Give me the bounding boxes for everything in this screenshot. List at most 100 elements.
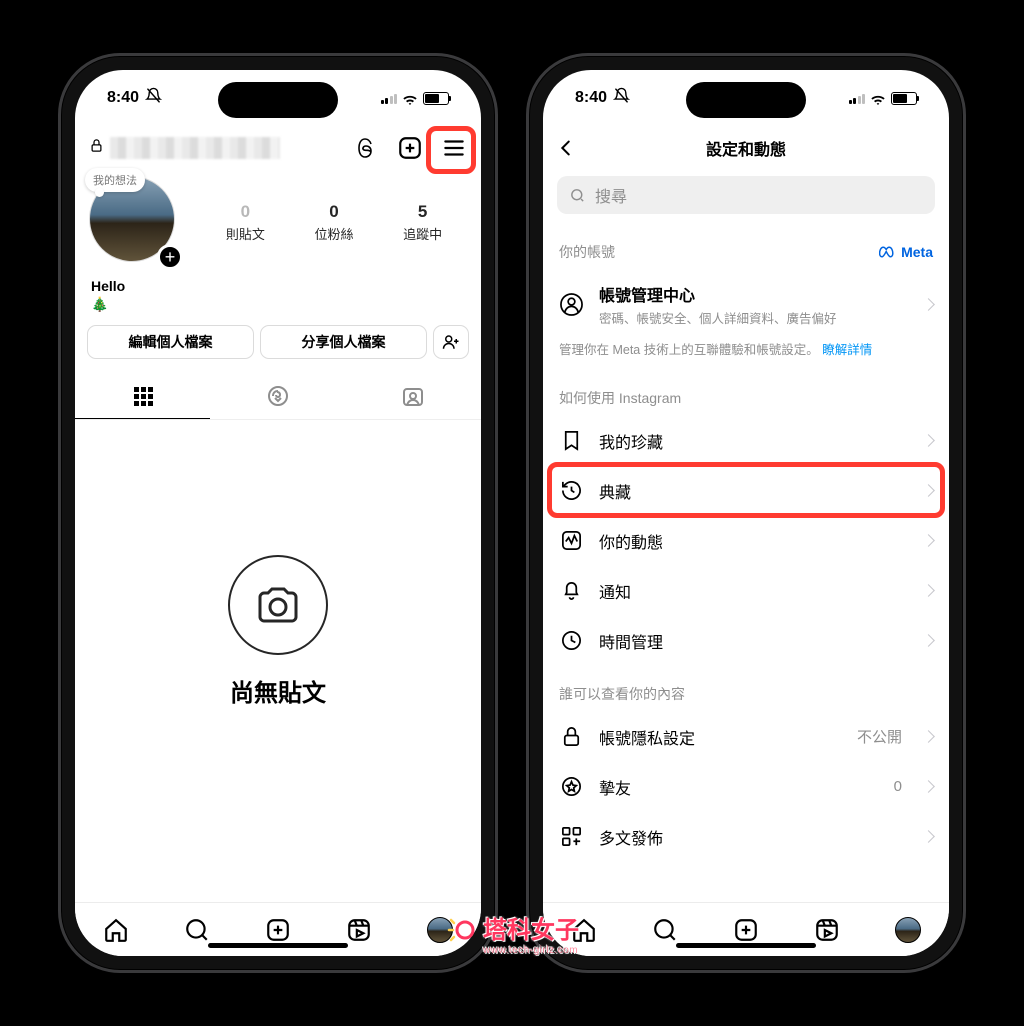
camera-icon — [228, 555, 328, 655]
nav-home-icon[interactable] — [103, 917, 129, 943]
settings-title: 設定和動態 — [706, 136, 786, 160]
screen-settings: 8:40 設定和動態 — [543, 70, 949, 956]
username-redacted — [110, 137, 280, 159]
cellular-icon — [849, 92, 866, 104]
row-crossposting[interactable]: 多文發佈 — [543, 812, 949, 862]
phone-right: 8:40 設定和動態 — [526, 53, 966, 973]
meta-logo: Meta — [879, 244, 933, 260]
stat-posts-value: 0 — [226, 202, 265, 222]
home-indicator[interactable] — [676, 943, 816, 948]
home-indicator[interactable] — [208, 943, 348, 948]
stat-following[interactable]: 5 追蹤中 — [403, 202, 442, 243]
star-icon — [559, 775, 583, 798]
profile-tabs — [75, 373, 481, 420]
silent-mode-icon — [613, 87, 630, 109]
username-area[interactable] — [89, 134, 343, 162]
lock-icon — [559, 725, 583, 748]
stat-posts-label: 則貼文 — [226, 224, 265, 243]
edit-profile-button[interactable]: 編輯個人檔案 — [87, 325, 254, 359]
row-close-friends[interactable]: 摯友 0 — [543, 762, 949, 812]
bookmark-icon — [559, 429, 583, 452]
dynamic-island — [686, 82, 806, 118]
silent-mode-icon — [145, 87, 162, 109]
section-who-can-see: 誰可以查看你的內容 — [543, 666, 949, 712]
chevron-right-icon — [922, 534, 935, 547]
no-posts-label: 尚無貼文 — [230, 673, 326, 708]
account-center-icon — [559, 293, 583, 316]
learn-more-link[interactable]: 瞭解詳情 — [822, 343, 872, 357]
back-button[interactable] — [555, 126, 577, 170]
dynamic-island — [218, 82, 338, 118]
nav-search-icon[interactable] — [652, 917, 678, 943]
nav-create-icon[interactable] — [265, 917, 291, 943]
row-account-center-sub: 密碼、帳號安全、個人詳細資料、廣告偏好 — [599, 308, 908, 327]
chevron-right-icon — [922, 484, 935, 497]
status-time: 8:40 — [107, 89, 139, 107]
chevron-right-icon — [922, 434, 935, 447]
battery-icon — [423, 92, 449, 105]
row-notifications[interactable]: 通知 — [543, 566, 949, 616]
wifi-icon — [402, 92, 418, 104]
chevron-right-icon — [922, 584, 935, 597]
row-time-management[interactable]: 時間管理 — [543, 616, 949, 666]
chevron-right-icon — [922, 830, 935, 843]
archive-icon — [559, 479, 583, 502]
row-privacy-trail: 不公開 — [857, 726, 902, 747]
lock-icon — [89, 138, 104, 158]
section-usage: 如何使用 Instagram — [543, 370, 949, 416]
profile-stats-row: 我的想法 + 0 則貼文 0 位粉絲 5 追蹤中 — [75, 170, 481, 268]
nav-search-icon[interactable] — [184, 917, 210, 943]
wifi-icon — [870, 92, 886, 104]
watermark: 塔科女子 www.tech-girlz.com — [445, 910, 579, 956]
hamburger-menu-icon[interactable] — [441, 135, 467, 161]
settings-header: 設定和動態 — [543, 126, 949, 170]
search-placeholder: 搜尋 — [595, 183, 627, 207]
nav-reels-icon[interactable] — [814, 917, 840, 943]
profile-bio: 🎄 — [75, 296, 481, 313]
profile-header-row — [75, 126, 481, 170]
stat-posts[interactable]: 0 則貼文 — [226, 202, 265, 243]
tab-grid[interactable] — [75, 373, 210, 419]
create-post-icon[interactable] — [397, 135, 423, 161]
profile-display-name: Hello — [75, 268, 481, 296]
row-archive[interactable]: 典藏 — [543, 466, 949, 516]
watermark-icon — [445, 914, 477, 953]
clock-icon — [559, 629, 583, 652]
tab-reels[interactable] — [210, 373, 345, 419]
stat-followers[interactable]: 0 位粉絲 — [314, 202, 353, 243]
note-bubble[interactable]: 我的想法 — [85, 168, 145, 192]
chevron-right-icon — [922, 780, 935, 793]
row-privacy[interactable]: 帳號隱私設定 不公開 — [543, 712, 949, 762]
bell-icon — [559, 579, 583, 602]
nav-create-icon[interactable] — [733, 917, 759, 943]
row-account-center[interactable]: 帳號管理中心 密碼、帳號安全、個人詳細資料、廣告偏好 — [543, 270, 949, 339]
threads-icon[interactable] — [353, 135, 379, 161]
profile-avatar[interactable]: 我的想法 + — [89, 176, 181, 268]
phone-left: 8:40 — [58, 53, 498, 973]
battery-icon — [891, 92, 917, 105]
stat-following-value: 5 — [403, 202, 442, 222]
row-saved[interactable]: 我的珍藏 — [543, 416, 949, 466]
stat-followers-label: 位粉絲 — [314, 224, 353, 243]
activity-icon — [559, 529, 583, 552]
share-profile-button[interactable]: 分享個人檔案 — [260, 325, 427, 359]
empty-state: 尚無貼文 — [75, 420, 481, 902]
section-your-account: 你的帳號 Meta — [543, 224, 949, 270]
tab-tagged[interactable] — [346, 373, 481, 419]
stat-followers-value: 0 — [314, 202, 353, 222]
nav-profile-icon[interactable] — [895, 917, 921, 943]
account-center-desc: 管理你在 Meta 技術上的互聯體驗和帳號設定。 瞭解詳情 — [559, 341, 933, 360]
screen-profile: 8:40 — [75, 70, 481, 956]
stat-following-label: 追蹤中 — [403, 224, 442, 243]
add-story-icon[interactable]: + — [157, 244, 183, 270]
crosspost-icon — [559, 825, 583, 848]
cellular-icon — [381, 92, 398, 104]
nav-reels-icon[interactable] — [346, 917, 372, 943]
row-account-center-label: 帳號管理中心 — [599, 282, 908, 306]
chevron-right-icon — [922, 730, 935, 743]
row-activity[interactable]: 你的動態 — [543, 516, 949, 566]
search-input[interactable]: 搜尋 — [557, 176, 935, 214]
status-time: 8:40 — [575, 89, 607, 107]
chevron-right-icon — [922, 634, 935, 647]
discover-people-button[interactable] — [433, 325, 469, 359]
